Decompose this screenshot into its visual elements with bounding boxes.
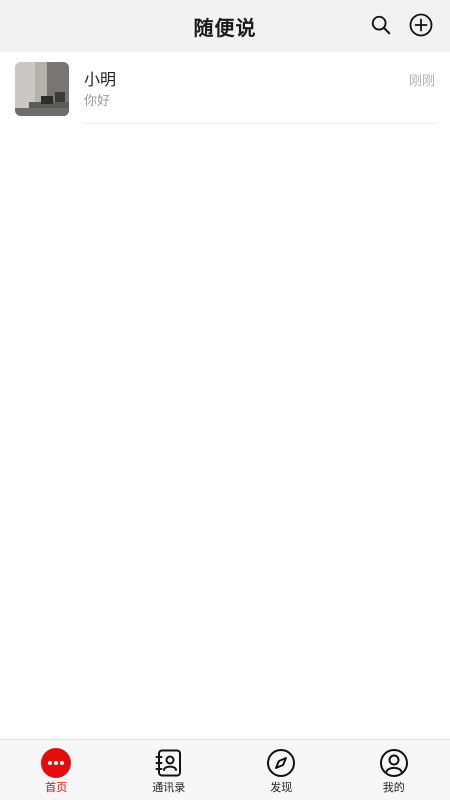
conversation-item[interactable]: 小明 你好 刚刚 <box>0 52 450 124</box>
top-app-bar: 随便说 <box>0 0 450 52</box>
tab-discover-icon-wrap <box>265 747 297 779</box>
add-button[interactable] <box>408 12 434 38</box>
tab-contacts-label: 通讯录 <box>152 781 186 794</box>
tab-contacts[interactable]: 通讯录 <box>113 740 226 800</box>
avatar <box>15 62 69 116</box>
tab-profile[interactable]: 我的 <box>338 740 450 800</box>
tab-profile-label: 我的 <box>382 781 405 794</box>
tab-home[interactable]: 首页 <box>0 740 113 800</box>
app-root: 随便说 小明 你好 刚刚 首页 通讯录 发现 我的 <box>0 0 450 800</box>
tab-discover-label: 发现 <box>270 781 293 794</box>
tab-contacts-icon-wrap <box>153 747 185 779</box>
tab-home-label: 首页 <box>45 781 68 794</box>
compass-icon <box>267 749 296 777</box>
avatar-photo-icon <box>15 62 69 116</box>
tab-discover[interactable]: 发现 <box>225 740 338 800</box>
message-preview: 你好 <box>84 94 111 109</box>
conversation-text: 小明 你好 <box>84 70 370 111</box>
contacts-icon <box>155 749 181 777</box>
conversation-list: 小明 你好 刚刚 <box>0 52 450 124</box>
search-icon <box>371 15 391 35</box>
header-actions <box>368 12 434 38</box>
page-title: 随便说 <box>193 15 257 40</box>
profile-icon <box>379 749 408 777</box>
contact-name: 小明 <box>84 70 117 89</box>
add-circle-icon <box>409 13 433 37</box>
tab-home-icon-wrap <box>40 747 72 779</box>
chat-bubble-icon <box>41 748 72 778</box>
message-time: 刚刚 <box>408 74 435 89</box>
search-button[interactable] <box>368 12 394 38</box>
tab-profile-icon-wrap <box>378 747 410 779</box>
bottom-tab-bar: 首页 通讯录 发现 我的 <box>0 739 450 800</box>
